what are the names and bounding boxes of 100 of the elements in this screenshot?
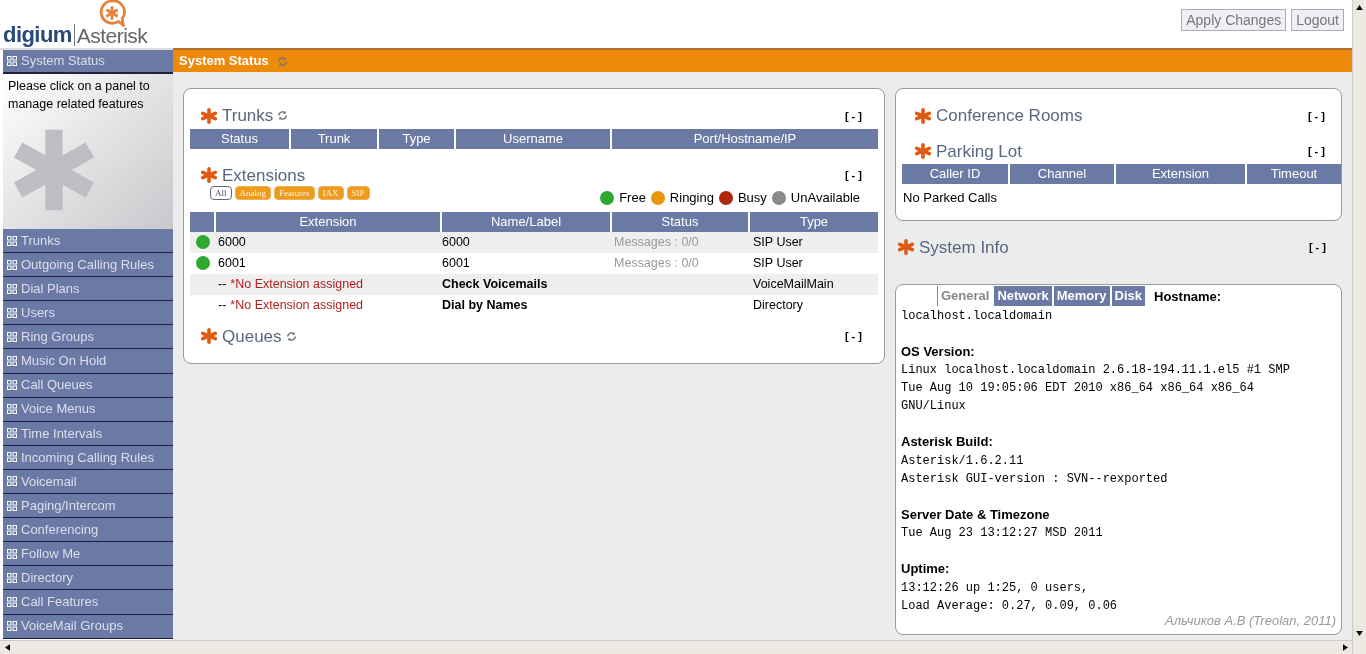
table-cell: SIP User [753, 234, 803, 249]
refresh-icon[interactable] [285, 330, 297, 342]
info-value: Asterisk/1.6.2.11 [901, 452, 1025, 470]
asterisk-icon [200, 106, 218, 125]
grid-icon [7, 500, 17, 511]
table-cell: Check Voicemails [442, 276, 548, 291]
legend-label: UnAvailable [790, 189, 860, 207]
filter-button[interactable]: Analog [234, 186, 271, 200]
table-cell: Directory [753, 297, 803, 312]
column-header: Username [456, 128, 612, 149]
info-value: Tue Aug 23 13:12:27 MSD 2011 [901, 525, 1104, 542]
grid-icon [7, 356, 17, 366]
brand-logo-text: digium [3, 24, 72, 46]
info-value: GNU/Linux [901, 398, 967, 415]
table-cell: 6000 [218, 234, 246, 249]
collapse-toggle[interactable]: [ - ] [1307, 107, 1325, 124]
sidebar-item[interactable]: Trunks [3, 229, 173, 254]
grid-icon [7, 404, 17, 415]
grid-icon [7, 452, 17, 463]
asterisk-icon [897, 238, 915, 257]
sidebar-item[interactable]: Incoming Calling Rules [3, 445, 173, 470]
product-logo-text: Asterisk [76, 25, 148, 46]
info-heading: Uptime: [901, 560, 950, 578]
refresh-icon[interactable] [277, 110, 289, 122]
dash-marker: -- [218, 275, 227, 293]
grid-icon [7, 572, 17, 583]
grid-icon [7, 307, 17, 318]
sidebar-item[interactable]: Conferencing [3, 518, 173, 543]
legend-label: Busy [737, 189, 767, 207]
panel-title: System Info [919, 236, 1009, 259]
sidebar-item[interactable]: Directory [3, 566, 173, 591]
panel-title: Queues [222, 325, 282, 348]
info-tab[interactable]: Memory [1053, 286, 1110, 306]
sidebar-item[interactable]: Users [3, 301, 173, 326]
table-cell: 6000 [442, 234, 470, 249]
collapse-toggle[interactable]: [ - ] [1308, 239, 1326, 256]
info-tab[interactable]: Disk [1111, 286, 1146, 306]
sidebar-header[interactable]: System Status [3, 50, 173, 74]
panel-title: Trunks [222, 105, 274, 127]
grid-icon [7, 428, 17, 439]
sidebar-item[interactable]: Voicemail [3, 469, 173, 495]
sidebar-item[interactable]: Time Intervals [3, 421, 173, 446]
info-value: 13:12:26 up 1:25, 0 users, [901, 579, 1090, 597]
grid-icon [7, 548, 17, 559]
horizontal-scrollbar[interactable] [0, 640, 1352, 654]
grid-icon [7, 596, 17, 607]
info-value: Linux localhost.localdomain 2.6.18-194.11.1.el5 #1 SMP [901, 362, 1291, 379]
asterisk-icon [11, 127, 97, 213]
filter-button[interactable]: Features [274, 186, 315, 200]
asterisk-logo-icon [98, 0, 127, 27]
legend-label: Ringing [669, 189, 714, 207]
sidebar-item[interactable]: VoiceMail Groups [3, 614, 173, 639]
filter-button[interactable]: All [210, 186, 232, 200]
column-header: Type [798, 212, 830, 231]
column-header: Type [379, 128, 456, 149]
info-tab[interactable]: Network [994, 286, 1052, 306]
grid-icon [7, 621, 17, 632]
sidebar-item[interactable]: Call Queues [3, 373, 173, 398]
table-cell: 6001 [442, 255, 470, 270]
sidebar-item[interactable]: Dial Plans [3, 277, 173, 302]
grid-icon [7, 56, 17, 66]
info-heading: Asterisk Build: [901, 433, 993, 451]
column-header: Status [190, 128, 291, 149]
asterisk-icon [200, 166, 218, 185]
table-cell: 6001 [218, 255, 246, 270]
collapse-toggle[interactable]: [ - ] [844, 328, 862, 345]
info-value: Load Average: 0.27, 0.09, 0.06 [901, 597, 1119, 615]
credit-text: Альчиков А.В (Treolan, 2011) [1165, 611, 1336, 630]
asterisk-icon [914, 106, 932, 125]
info-heading: Server Date & Timezone [901, 505, 1050, 524]
empty-message: No Parked Calls [902, 189, 998, 207]
info-heading: Hostname: [1154, 288, 1222, 306]
grid-icon [7, 283, 17, 294]
sidebar-item[interactable]: Paging/Intercom [3, 494, 173, 519]
collapse-toggle[interactable]: [ - ] [1307, 143, 1325, 160]
column-header: Caller ID [902, 164, 1010, 184]
column-header: Timeout [1269, 165, 1319, 184]
header-button[interactable]: Logout [1291, 9, 1344, 31]
info-heading: OS Version: [901, 342, 975, 361]
filter-button[interactable]: SIP [346, 186, 370, 200]
sidebar-item[interactable]: Follow Me [3, 542, 173, 567]
sidebar-item[interactable]: Call Features [3, 590, 173, 615]
grid-icon [7, 380, 17, 391]
vertical-scrollbar[interactable] [1352, 0, 1366, 654]
collapse-toggle[interactable]: [ - ] [844, 167, 862, 184]
info-value: localhost.localdomain [901, 307, 1054, 325]
sidebar-item[interactable]: Outgoing Calling Rules [3, 253, 173, 278]
sidebar-item[interactable]: Ring Groups [3, 325, 173, 350]
column-header: Trunk [291, 128, 379, 149]
sidebar-item[interactable]: Music On Hold [3, 349, 173, 374]
sidebar-item[interactable]: Voice Menus [3, 397, 173, 422]
collapse-toggle[interactable]: [ - ] [844, 107, 862, 124]
header-button[interactable]: Apply Changes [1181, 9, 1287, 31]
asterisk-icon [200, 327, 218, 346]
sidebar-description: Please click on a panel to manage related features [7, 78, 151, 113]
filter-button[interactable]: IAX [317, 186, 344, 200]
grid-icon [7, 259, 17, 270]
panel-title: Conference Rooms [936, 105, 1083, 127]
column-header: Channel [1010, 164, 1116, 184]
column-header: Port/Hostname/IP [692, 129, 798, 148]
